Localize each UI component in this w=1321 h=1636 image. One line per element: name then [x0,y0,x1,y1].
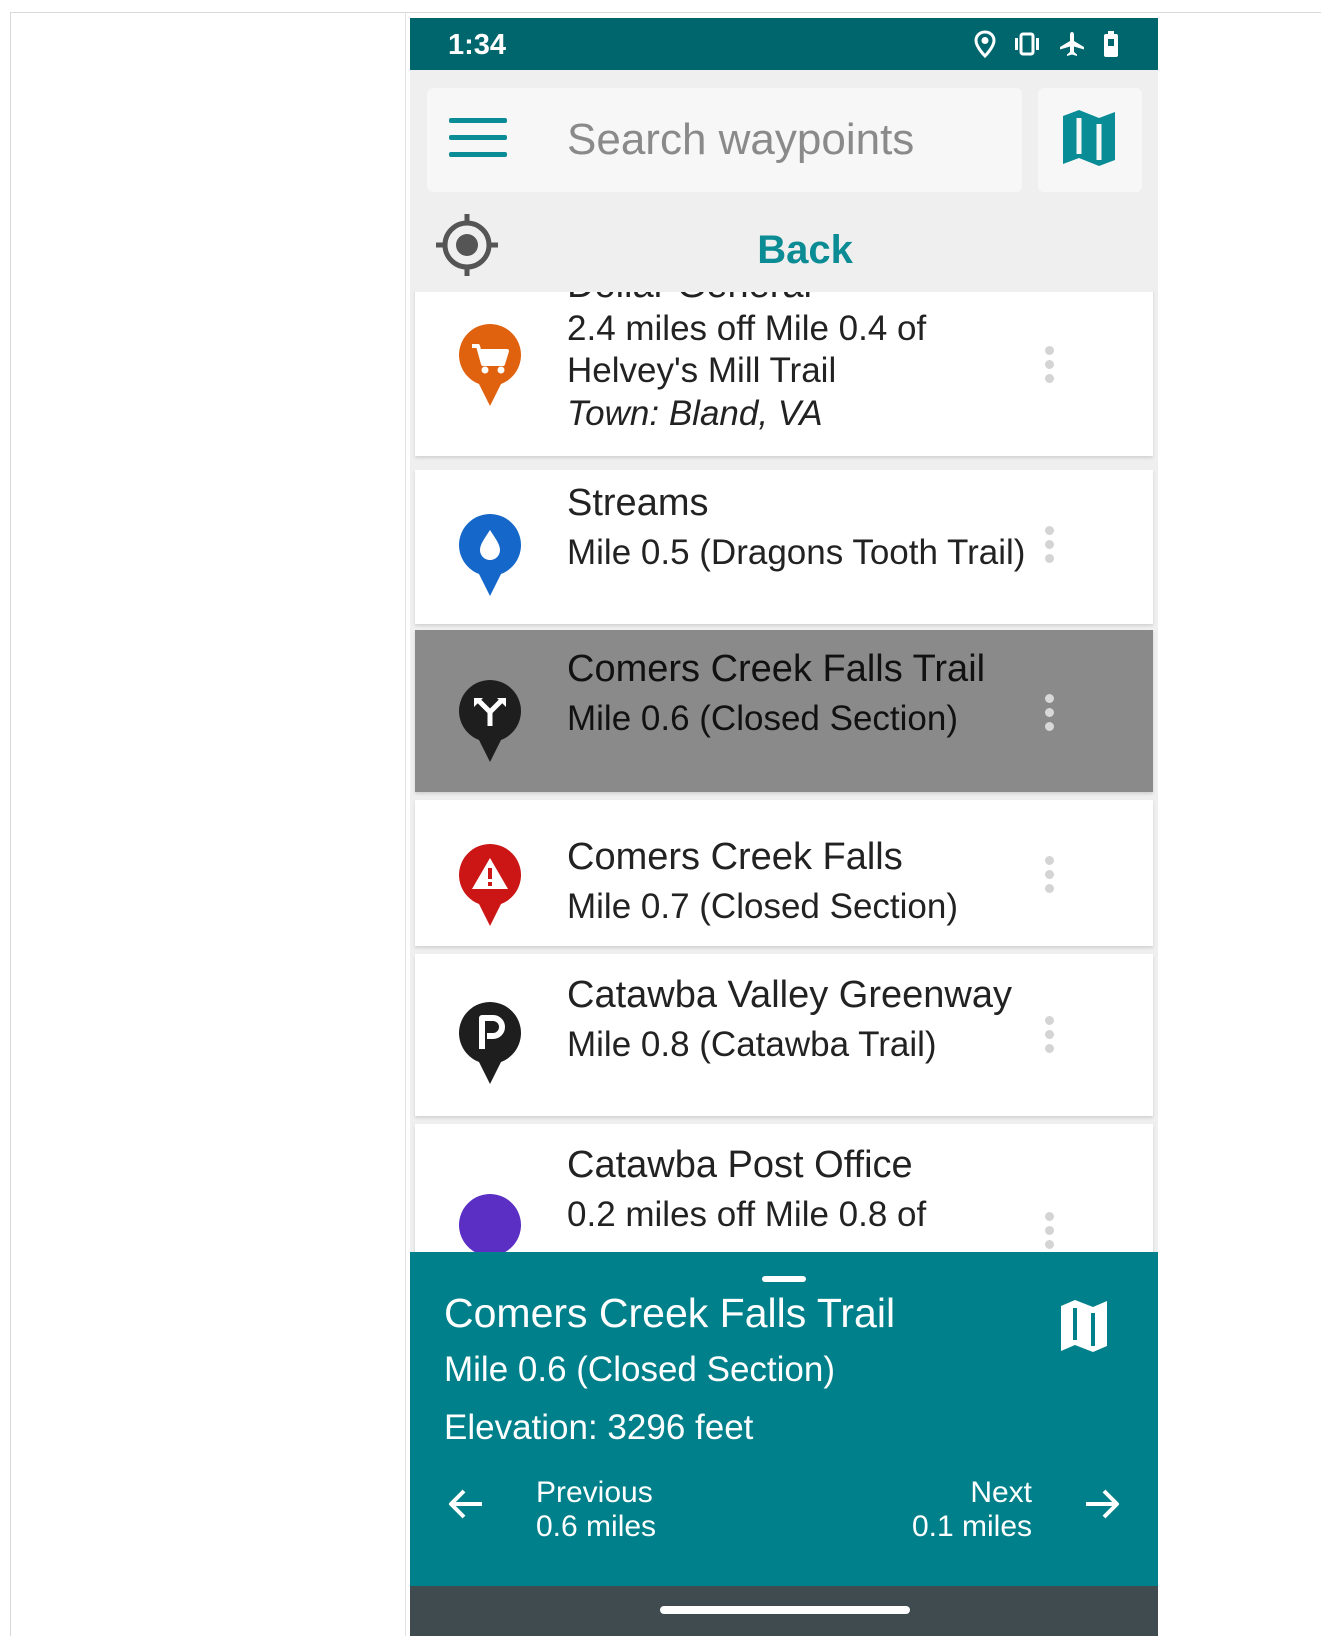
map-icon [1063,110,1115,166]
sheet-drag-handle[interactable] [762,1276,806,1282]
list-item[interactable]: Dollar General 2.4 miles off Mile 0.4 of… [415,292,1153,456]
warning-icon [459,844,521,926]
water-drop-icon [459,514,521,596]
more-options-icon[interactable] [1035,1012,1065,1072]
next-label[interactable]: Next [970,1476,1032,1510]
list-item-text: Comers Creek Falls Trail Mile 0.6 (Close… [567,646,1043,740]
previous-label[interactable]: Previous [536,1476,653,1510]
parking-icon [459,1002,521,1084]
list-item-title: Streams [567,482,709,524]
more-options-icon[interactable] [1035,852,1065,912]
list-item-text: Comers Creek Falls Mile 0.7 (Closed Sect… [567,834,1043,928]
status-bar: 1:34 [410,18,1158,70]
search-card [427,88,1022,192]
back-button[interactable]: Back [680,220,930,280]
home-gesture-pill[interactable] [660,1606,910,1614]
list-item-text: Dollar General 2.4 miles off Mile 0.4 of… [567,292,1043,436]
list-item-subtitle: Mile 0.5 (Dragons Tooth Trail) [567,533,1026,572]
more-options-icon[interactable] [1035,522,1065,582]
menu-icon[interactable] [449,118,509,162]
shopping-cart-icon [459,324,521,406]
list-item-selected[interactable]: Comers Creek Falls Trail Mile 0.6 (Close… [415,630,1153,792]
list-item-title: Comers Creek Falls [567,836,903,878]
waypoint-list[interactable]: Dollar General 2.4 miles off Mile 0.4 of… [410,292,1158,1270]
list-item[interactable]: Comers Creek Falls Mile 0.7 (Closed Sect… [415,800,1153,946]
map-icon[interactable] [1058,1298,1110,1354]
list-item-title: Dollar General [567,292,1043,308]
arrow-right-icon[interactable] [1082,1484,1122,1524]
waypoint-detail-sheet[interactable]: Comers Creek Falls Trail Mile 0.6 (Close… [410,1252,1158,1586]
list-item-subtitle: Mile 0.8 (Catawba Trail) [567,1025,937,1064]
list-item-text: Catawba Valley Greenway Mile 0.8 (Catawb… [567,972,1043,1066]
sheet-elevation: Elevation: 3296 feet [444,1408,754,1447]
airplane-icon [1060,32,1084,56]
list-item-subtitle: Mile 0.7 (Closed Section) [567,887,958,926]
map-view-button[interactable] [1038,88,1142,192]
previous-distance[interactable]: 0.6 miles [536,1510,656,1544]
trail-fork-icon [459,680,521,762]
list-item-text: Streams Mile 0.5 (Dragons Tooth Trail) [567,480,1043,574]
list-item-text: Catawba Post Office 0.2 miles off Mile 0… [567,1142,1043,1236]
list-item[interactable]: Catawba Valley Greenway Mile 0.8 (Catawb… [415,954,1153,1116]
list-item-subtitle: 2.4 miles off Mile 0.4 of Helvey's Mill … [567,309,927,390]
list-item-town: Town: Bland, VA [567,394,823,433]
list-item-title: Catawba Post Office [567,1144,913,1186]
system-nav-bar [410,1586,1158,1636]
status-time: 1:34 [448,29,507,61]
sheet-title: Comers Creek Falls Trail [444,1290,896,1336]
crosshair-icon [436,214,498,276]
list-item-subtitle: Mile 0.6 (Closed Section) [567,699,958,738]
more-options-icon[interactable] [1035,342,1065,402]
status-icons [974,28,1120,60]
phone-screen: 1:34 Search waypoints Back 2.4 miles off… [410,18,1158,1636]
location-icon [974,30,996,58]
search-input[interactable] [567,106,987,174]
list-item-title: Catawba Valley Greenway [567,974,1012,1016]
list-item[interactable]: Streams Mile 0.5 (Dragons Tooth Trail) [415,470,1153,624]
list-item-title: Comers Creek Falls Trail [567,648,986,690]
left-divider [405,12,406,1636]
vibrate-icon [1015,32,1039,56]
list-item-subtitle: 0.2 miles off Mile 0.8 of [567,1195,927,1234]
battery-icon [1104,31,1118,57]
more-options-icon[interactable] [1035,690,1065,750]
next-distance[interactable]: 0.1 miles [912,1510,1032,1544]
arrow-left-icon[interactable] [446,1484,486,1524]
my-location-button[interactable] [432,210,502,280]
sheet-mile: Mile 0.6 (Closed Section) [444,1350,835,1389]
list-item[interactable]: Catawba Post Office 0.2 miles off Mile 0… [415,1124,1153,1270]
